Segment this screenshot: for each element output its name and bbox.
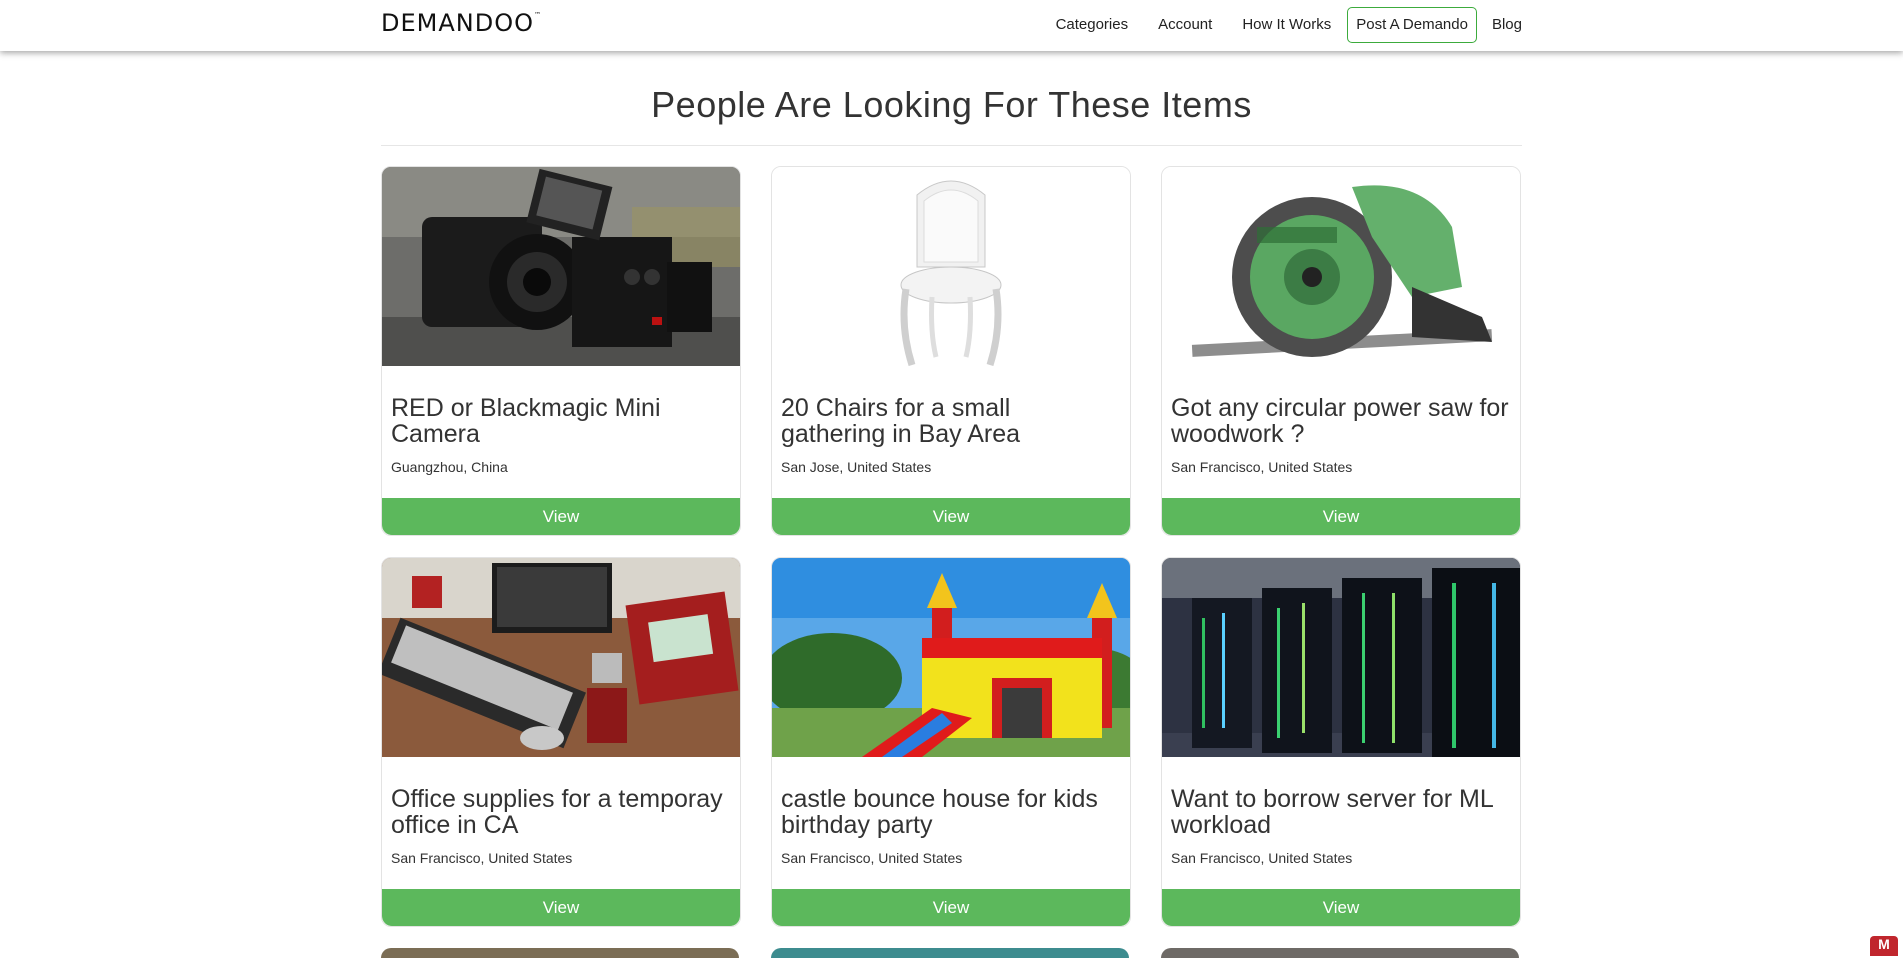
view-button[interactable]: View bbox=[772, 498, 1130, 535]
view-button[interactable]: View bbox=[772, 889, 1130, 926]
nav-categories[interactable]: Categories bbox=[1056, 8, 1129, 42]
nav-blog[interactable]: Blog bbox=[1492, 8, 1522, 42]
demand-card[interactable]: 20 Chairs for a small gathering in Bay A… bbox=[771, 166, 1131, 536]
demand-card[interactable]: Got any circular power saw for woodwork … bbox=[1161, 166, 1521, 536]
next-row-card-peek[interactable] bbox=[1161, 948, 1519, 958]
card-image-office[interactable] bbox=[382, 558, 740, 757]
card-location: San Francisco, United States bbox=[1171, 459, 1353, 475]
card-image-bounce-house[interactable] bbox=[772, 558, 1130, 757]
nav-account[interactable]: Account bbox=[1158, 8, 1212, 42]
card-location: San Francisco, United States bbox=[391, 850, 573, 866]
card-location: San Francisco, United States bbox=[1171, 850, 1353, 866]
demandoo-logo[interactable]: DEMANDOO™ bbox=[381, 9, 542, 37]
card-title[interactable]: 20 Chairs for a small gathering in Bay A… bbox=[781, 395, 1121, 447]
card-title[interactable]: castle bounce house for kids birthday pa… bbox=[781, 786, 1121, 838]
card-title[interactable]: Want to borrow server for ML workload bbox=[1171, 786, 1511, 838]
logo-tm: ™ bbox=[533, 11, 542, 19]
card-location: San Francisco, United States bbox=[781, 850, 963, 866]
top-navbar: DEMANDOO™ Categories Account How It Work… bbox=[0, 0, 1903, 51]
view-button[interactable]: View bbox=[1162, 889, 1520, 926]
card-title[interactable]: Office supplies for a temporay office in… bbox=[391, 786, 731, 838]
card-image-saw[interactable] bbox=[1162, 167, 1520, 366]
demand-card[interactable]: Office supplies for a temporay office in… bbox=[381, 557, 741, 927]
main-nav: Categories Account How It Works Post A D… bbox=[1056, 7, 1522, 43]
card-image-camera[interactable] bbox=[382, 167, 740, 366]
card-location: Guangzhou, China bbox=[391, 459, 508, 475]
view-button[interactable]: View bbox=[382, 889, 740, 926]
card-image-servers[interactable] bbox=[1162, 558, 1520, 757]
view-button[interactable]: View bbox=[382, 498, 740, 535]
heading-divider bbox=[381, 145, 1522, 146]
card-title[interactable]: Got any circular power saw for woodwork … bbox=[1171, 395, 1511, 447]
next-row-card-peek[interactable] bbox=[771, 948, 1129, 958]
demand-card[interactable]: RED or Blackmagic Mini Camera Guangzhou,… bbox=[381, 166, 741, 536]
post-demando-button[interactable]: Post A Demando bbox=[1347, 7, 1477, 43]
nav-how-it-works[interactable]: How It Works bbox=[1242, 8, 1331, 42]
card-title[interactable]: RED or Blackmagic Mini Camera bbox=[391, 395, 731, 447]
view-button[interactable]: View bbox=[1162, 498, 1520, 535]
card-image-chair[interactable] bbox=[772, 167, 1130, 366]
logo-text: DEMANDOO bbox=[381, 9, 534, 37]
demand-card[interactable]: castle bounce house for kids birthday pa… bbox=[771, 557, 1131, 927]
next-row-card-peek[interactable] bbox=[381, 948, 739, 958]
demand-card[interactable]: Want to borrow server for ML workload Sa… bbox=[1161, 557, 1521, 927]
section-heading: People Are Looking For These Items bbox=[651, 84, 1252, 125]
card-location: San Jose, United States bbox=[781, 459, 932, 475]
security-badge-icon[interactable]: M bbox=[1870, 936, 1898, 956]
